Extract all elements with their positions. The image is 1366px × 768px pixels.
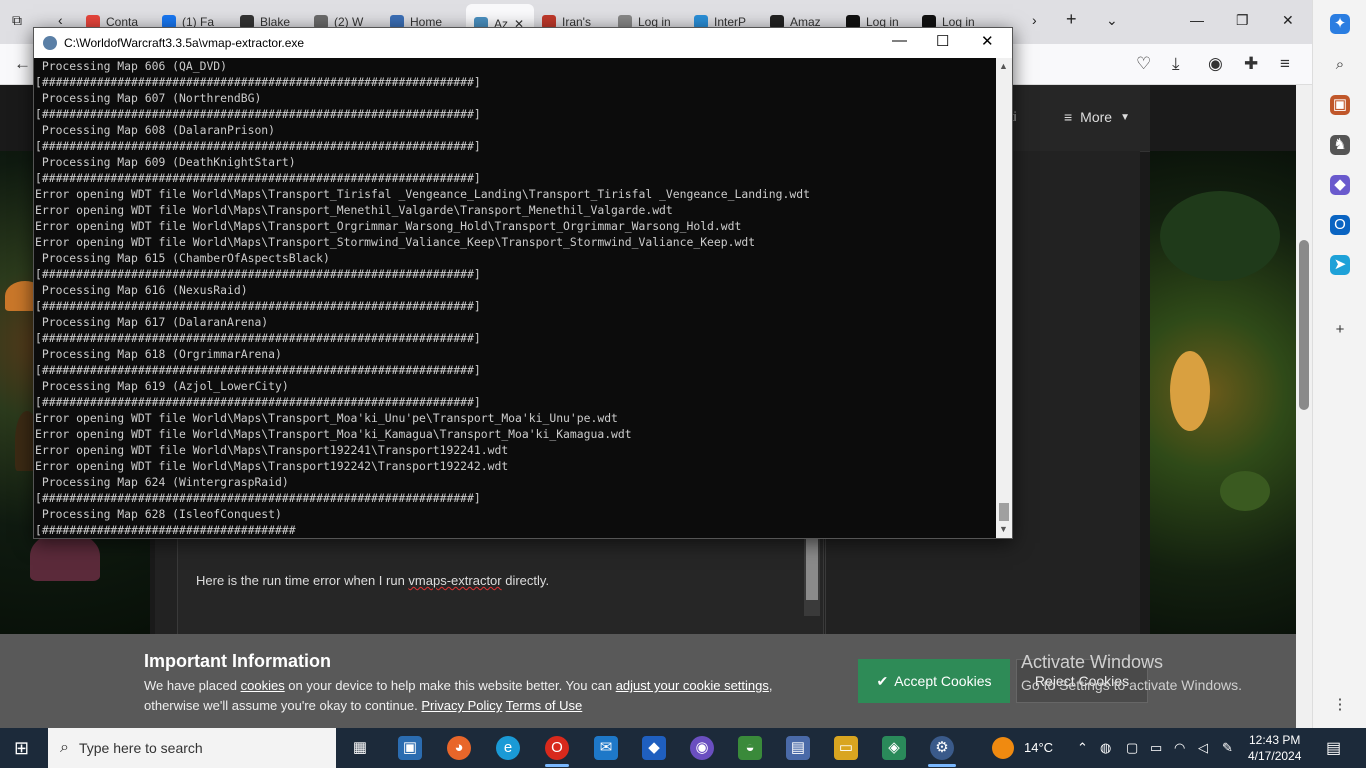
more-menu-button[interactable]: ≡ More ▼: [1064, 109, 1130, 125]
account-icon[interactable]: ◉: [1208, 54, 1223, 74]
device-icon[interactable]: ▢: [1126, 740, 1138, 756]
console-scrollbar[interactable]: ▲ ▼: [996, 58, 1012, 538]
send-icon[interactable]: ➤: [1330, 255, 1350, 275]
volume-icon[interactable]: ◁: [1198, 740, 1208, 756]
tabs-scroll-left-icon[interactable]: ‹: [58, 12, 63, 28]
search-icon[interactable]: ⌕: [1330, 55, 1350, 75]
console-active-indicator: [928, 764, 956, 767]
games-icon[interactable]: ♞: [1330, 135, 1350, 155]
app-icon-1[interactable]: ◆: [642, 736, 666, 760]
network-status-icon[interactable]: ◍: [1100, 740, 1111, 756]
cookie-message: We have placed cookies on your device to…: [144, 678, 773, 713]
console-maximize-button[interactable]: ☐: [936, 32, 949, 50]
check-icon: ✔: [876, 672, 889, 689]
pocket-icon[interactable]: ♡: [1136, 54, 1151, 74]
accept-cookies-button[interactable]: ✔ Accept Cookies: [858, 659, 1010, 703]
app-icon-3[interactable]: ◒: [738, 736, 762, 760]
hamburger-icon: ≡: [1064, 109, 1073, 125]
sidebar-settings-icon[interactable]: ⋮: [1330, 695, 1350, 715]
chevron-down-icon: ▼: [1120, 111, 1130, 123]
file-explorer-icon[interactable]: ▭: [834, 736, 858, 760]
adjust-cookie-settings-link[interactable]: adjust your cookie settings: [616, 678, 769, 693]
console-output: Processing Map 606 (QA_DVD) [###########…: [34, 58, 996, 538]
privacy-policy-link[interactable]: Privacy Policy: [421, 698, 502, 713]
cookie-title: Important Information: [144, 651, 331, 671]
edge-icon[interactable]: e: [496, 736, 520, 760]
cookies-link[interactable]: cookies: [241, 678, 285, 693]
console-window: C:\WorldofWarcraft3.3.5a\vmap-extractor.…: [33, 27, 1013, 539]
download-icon[interactable]: ⤓: [1172, 54, 1180, 74]
opera-icon[interactable]: O: [545, 736, 569, 760]
console-text: Processing Map 606 (QA_DVD) [###########…: [35, 59, 810, 537]
page-scrollbar-thumb[interactable]: [1299, 240, 1309, 410]
app-icon-5[interactable]: ◈: [882, 736, 906, 760]
taskbar: ⊞ ⌕ Type here to search ▦ ▣ ◕ e O ✉ ◆ ◉ …: [0, 728, 1366, 768]
clock[interactable]: 12:43 PM 4/17/2024: [1248, 732, 1301, 764]
app-icon-2[interactable]: ◉: [690, 736, 714, 760]
search-placeholder: Type here to search: [78, 740, 203, 756]
outlook-icon[interactable]: O: [1330, 215, 1350, 235]
edge-sidebar: ✦ ⌕ ▣ ♞ ◆ O ➤ + ⋮: [1312, 0, 1366, 728]
extensions-icon[interactable]: ✚: [1244, 54, 1258, 74]
browser-close-button[interactable]: ✕: [1282, 12, 1294, 29]
browser-restore-button[interactable]: ❐: [1236, 12, 1249, 29]
new-tab-button[interactable]: +: [1066, 9, 1077, 30]
pen-icon[interactable]: ✎: [1222, 740, 1233, 756]
editor-scrollbar[interactable]: [804, 536, 820, 616]
battery-icon[interactable]: ▭: [1150, 740, 1162, 756]
console-close-button[interactable]: ✕: [981, 32, 994, 50]
activate-windows-watermark: Activate Windows Go to Settings to activ…: [1021, 652, 1242, 693]
tray-chevron-icon[interactable]: ⌃: [1077, 740, 1088, 756]
console-titlebar[interactable]: C:\WorldofWarcraft3.3.5a\vmap-extractor.…: [34, 28, 1012, 58]
firefox-icon[interactable]: ◕: [447, 736, 471, 760]
opera-active-indicator: [545, 764, 569, 767]
back-icon[interactable]: ←: [14, 54, 31, 74]
terms-of-use-link[interactable]: Terms of Use: [506, 698, 583, 713]
notifications-icon[interactable]: ▤: [1326, 738, 1341, 758]
tabs-scroll-right-icon[interactable]: ›: [1032, 12, 1037, 28]
task-view-icon[interactable]: ▦: [348, 736, 372, 760]
wifi-icon[interactable]: ◠: [1174, 740, 1185, 756]
misspelled-word: vmaps-extractor: [408, 573, 502, 588]
tab-dropdown-icon[interactable]: ⌄: [1106, 12, 1118, 29]
copilot-icon[interactable]: ✦: [1330, 14, 1350, 34]
app-icon-4[interactable]: ▤: [786, 736, 810, 760]
office-icon[interactable]: ◆: [1330, 175, 1350, 195]
console-app-icon: [43, 36, 57, 50]
scroll-up-icon[interactable]: ▲: [999, 61, 1008, 71]
tools-icon[interactable]: ▣: [1330, 95, 1350, 115]
vmap-extractor-taskbar-icon[interactable]: ⚙: [930, 736, 954, 760]
mail-icon[interactable]: ✉: [594, 736, 618, 760]
store-icon[interactable]: ▣: [398, 736, 422, 760]
weather-temp[interactable]: 14°C: [1024, 740, 1053, 755]
tab-list-icon[interactable]: ⧉: [12, 12, 22, 29]
taskbar-search[interactable]: ⌕ Type here to search: [48, 728, 336, 768]
console-title: C:\WorldofWarcraft3.3.5a\vmap-extractor.…: [64, 36, 305, 50]
more-label: More: [1080, 109, 1113, 125]
scroll-down-icon[interactable]: ▼: [999, 524, 1008, 534]
page-scrollbar[interactable]: [1296, 85, 1312, 728]
console-scrollbar-thumb[interactable]: [999, 503, 1009, 521]
console-minimize-button[interactable]: —: [892, 32, 907, 49]
post-text: Here is the run time error when I run vm…: [196, 573, 550, 588]
browser-minimize-button[interactable]: —: [1190, 12, 1204, 28]
add-sidebar-icon[interactable]: +: [1330, 320, 1350, 340]
search-icon: ⌕: [60, 739, 69, 756]
weather-icon[interactable]: [992, 737, 1014, 759]
background-art-right: [1150, 151, 1296, 634]
start-button[interactable]: ⊞: [14, 738, 34, 758]
menu-icon[interactable]: ≡: [1280, 54, 1290, 74]
